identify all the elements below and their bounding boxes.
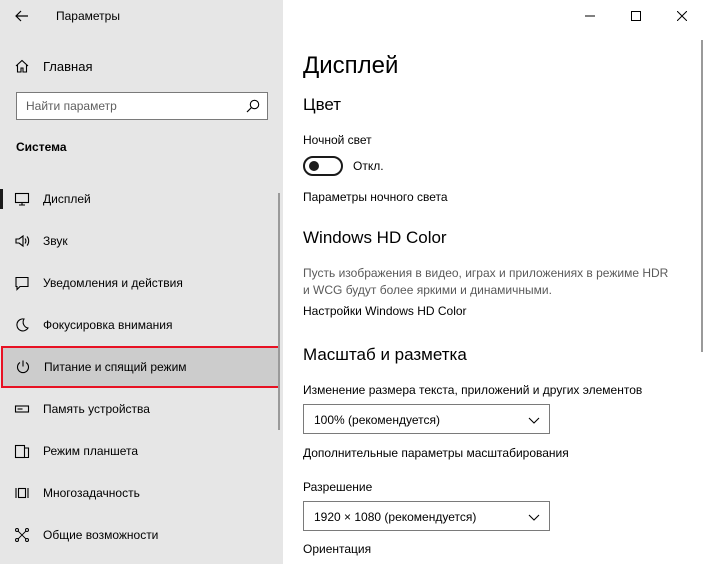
share-icon: [15, 528, 29, 542]
hdr-settings-link[interactable]: Настройки Windows HD Color: [303, 304, 467, 318]
sidebar-item-label: Главная: [43, 59, 93, 74]
resolution-dropdown[interactable]: 1920 × 1080 (рекомендуется): [303, 501, 550, 531]
sidebar-item-home[interactable]: Главная: [0, 52, 283, 80]
main-content: Дисплей Цвет Ночной свет Откл. Параметры…: [283, 0, 705, 564]
titlebar-left: Параметры: [0, 0, 283, 32]
sidebar-item-label: Общие возможности: [43, 528, 159, 542]
moon-icon: [16, 318, 29, 332]
night-light-label: Ночной свет: [303, 133, 372, 147]
sidebar-item-shared-experiences[interactable]: Общие возможности: [0, 514, 280, 556]
chevron-down-icon: [528, 417, 540, 424]
hdr-description-line2: и WCG будут более яркими и динамичными.: [303, 283, 552, 297]
sidebar-item-tablet-mode[interactable]: Режим планшета: [0, 430, 280, 472]
sidebar-item-power-sleep[interactable]: Питание и спящий режим: [1, 346, 280, 388]
toggle-state: Откл.: [353, 159, 384, 173]
sidebar-item-label: Память устройства: [43, 402, 150, 416]
night-light-settings-link[interactable]: Параметры ночного света: [303, 190, 448, 204]
orientation-label: Ориентация: [303, 542, 372, 556]
sidebar-item-storage[interactable]: Память устройства: [0, 388, 280, 430]
sidebar-item-label: Фокусировка внимания: [43, 318, 173, 332]
monitor-icon: [14, 192, 30, 206]
search-box[interactable]: [16, 92, 268, 120]
maximize-button[interactable]: [613, 0, 659, 32]
toggle-knob: [309, 161, 319, 171]
close-button[interactable]: [659, 0, 705, 32]
multitask-icon: [15, 487, 29, 499]
sidebar-item-multitasking[interactable]: Многозадачность: [0, 472, 280, 514]
window-controls: [567, 0, 705, 32]
sidebar-item-sound[interactable]: Звук: [0, 220, 280, 262]
home-icon: [15, 59, 29, 73]
search-input[interactable]: [17, 93, 237, 119]
scale-label: Изменение размера текста, приложений и д…: [303, 383, 643, 397]
power-icon: [16, 360, 30, 374]
resolution-label: Разрешение: [303, 480, 373, 494]
app-title: Параметры: [56, 9, 120, 23]
maximize-icon: [631, 11, 641, 21]
sidebar-item-label: Дисплей: [43, 192, 91, 206]
back-button[interactable]: [8, 4, 36, 28]
storage-icon: [14, 405, 30, 413]
sidebar-item-label: Режим планшета: [43, 444, 139, 458]
sidebar-scrollbar[interactable]: [278, 193, 280, 430]
hdr-description-line1: Пусть изображения в видео, играх и прило…: [303, 266, 669, 280]
sidebar-item-label: Уведомления и действия: [43, 276, 183, 290]
sidebar-item-label: Звук: [43, 234, 68, 248]
scale-heading: Масштаб и разметка: [303, 345, 467, 364]
main-scrollbar[interactable]: [701, 40, 703, 352]
tablet-icon: [14, 444, 30, 459]
arrow-left-icon: [15, 10, 28, 22]
scale-dropdown[interactable]: 100% (рекомендуется): [303, 404, 550, 434]
notification-icon: [15, 276, 29, 291]
page-title: Дисплей: [303, 52, 399, 79]
close-icon: [677, 11, 687, 21]
color-heading: Цвет: [303, 95, 342, 114]
search-icon[interactable]: [246, 99, 260, 113]
sidebar-item-focus-assist[interactable]: Фокусировка внимания: [0, 304, 280, 346]
sidebar-item-display[interactable]: Дисплей: [0, 178, 280, 220]
minimize-button[interactable]: [567, 0, 613, 32]
sidebar-item-notifications[interactable]: Уведомления и действия: [0, 262, 280, 304]
night-light-toggle[interactable]: [303, 156, 343, 176]
sidebar-item-label: Многозадачность: [43, 486, 140, 500]
sidebar: Параметры Главная Система Дисплей: [0, 0, 283, 564]
scale-value: 100% (рекомендуется): [314, 413, 440, 427]
speaker-icon: [15, 234, 30, 248]
advanced-scaling-link[interactable]: Дополнительные параметры масштабирования: [303, 446, 569, 460]
sidebar-item-label: Питание и спящий режим: [44, 360, 187, 374]
hdr-heading: Windows HD Color: [303, 228, 447, 247]
minimize-icon: [585, 15, 595, 17]
chevron-down-icon: [528, 514, 540, 521]
resolution-value: 1920 × 1080 (рекомендуется): [314, 510, 477, 524]
section-title: Система: [16, 140, 67, 154]
